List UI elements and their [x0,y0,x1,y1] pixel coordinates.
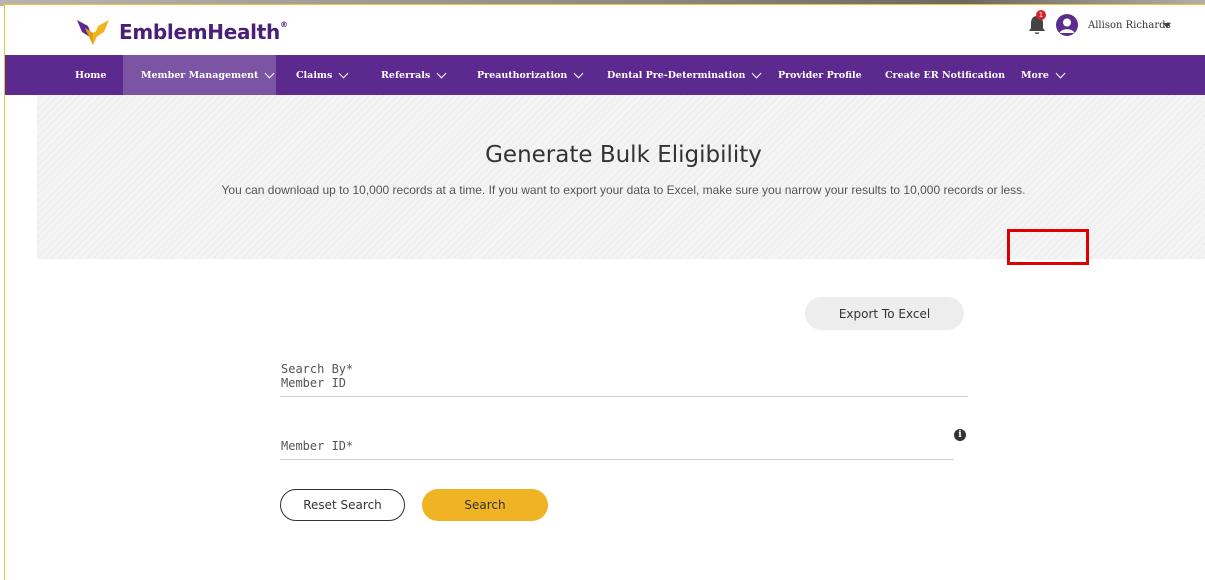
member-id-label: Member ID* [281,439,354,453]
page-title: Generate Bulk Eligibility [485,142,762,168]
chevron-down-icon [573,68,584,78]
nav-claims-label: Claims [296,69,333,81]
emblemhealth-logo[interactable]: EmblemHealth® [75,17,288,47]
export-to-excel-button[interactable]: Export To Excel [805,297,964,330]
nav-home-label: Home [75,69,107,81]
nav-referrals-label: Referrals [381,69,431,81]
chevron-down-icon [752,68,762,78]
nav-preauthorization-label: Preauthorization [477,69,568,81]
main-nav: Home Member Management Claims Referrals … [5,55,1205,95]
chevron-down-icon [1055,68,1066,78]
nav-member-management[interactable]: Member Management [123,55,276,95]
nav-dental-pre-determination[interactable]: Dental Pre-Determination [607,55,762,95]
user-avatar-icon[interactable] [1056,14,1078,36]
nav-preauthorization[interactable]: Preauthorization [477,55,584,95]
logo-wordmark: EmblemHealth® [119,20,288,44]
logo-mark-icon [77,20,109,45]
member-id-underline [280,459,954,460]
search-button[interactable]: Search [422,489,548,521]
page-description: You can download up to 10,000 records at… [221,183,1026,197]
nav-claims[interactable]: Claims [296,55,349,95]
search-by-underline [280,396,968,397]
site-header: EmblemHealth® [5,5,1205,55]
nav-provider-profile-label: Provider Profile [778,69,862,81]
user-menu-caret-icon[interactable] [1163,23,1171,28]
nav-more[interactable]: More [1021,55,1066,95]
search-by-label: Search By* [281,362,354,376]
nav-more-label: More [1021,69,1049,81]
user-name[interactable]: Allison Richards [1088,20,1171,31]
nav-referrals[interactable]: Referrals [381,55,447,95]
notification-badge: 1 [1036,10,1046,20]
info-icon[interactable]: i [954,429,966,441]
nav-member-management-label: Member Management [141,69,259,81]
highlight-annotation-box [1007,229,1089,265]
reset-search-button[interactable]: Reset Search [280,489,405,521]
nav-create-er-notification[interactable]: Create ER Notification [885,55,1005,95]
nav-dental-label: Dental Pre-Determination [607,69,746,81]
chevron-down-icon [338,68,349,78]
nav-home[interactable]: Home [75,55,106,95]
chevron-down-icon [264,68,275,78]
chevron-down-icon [436,68,447,78]
search-by-value: Member ID [281,376,347,390]
nav-provider-profile[interactable]: Provider Profile [778,55,862,95]
nav-create-er-label: Create ER Notification [885,69,1006,81]
